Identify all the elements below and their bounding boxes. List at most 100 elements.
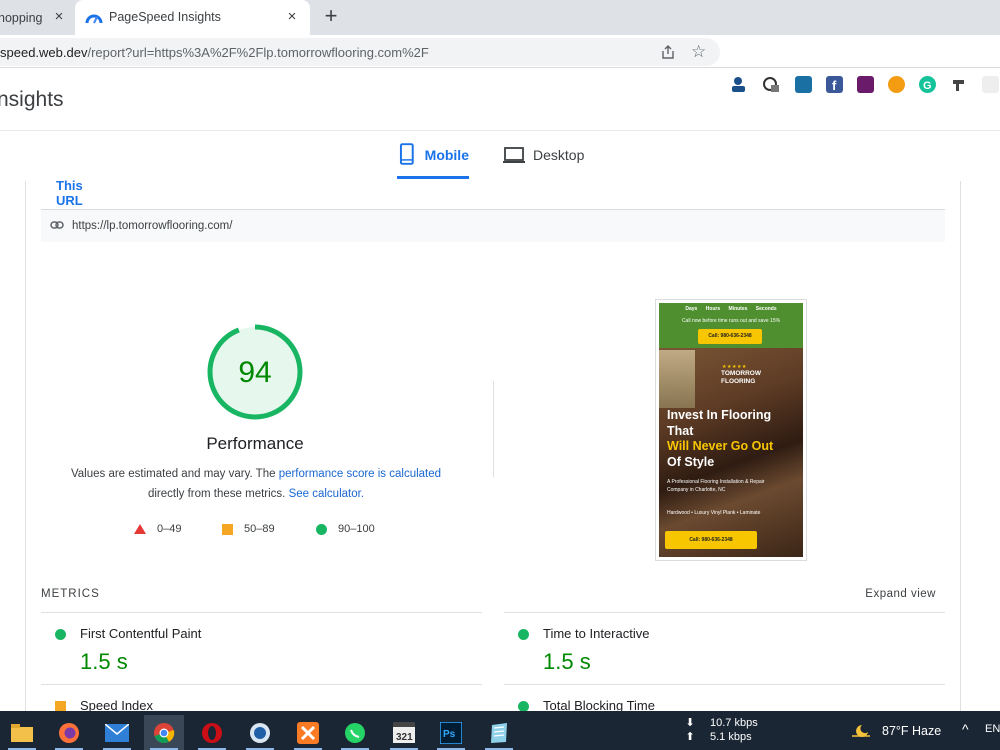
see-calculator-link[interactable]: See calculator. <box>289 488 364 500</box>
download-speed: 10.7 kbps <box>710 717 758 729</box>
tested-url: https://lp.tomorrowflooring.com/ <box>72 220 233 232</box>
laptop-icon <box>503 147 525 163</box>
tab-desktop[interactable]: Desktop <box>503 143 603 179</box>
score-disclaimer: Values are estimated and may vary. The p… <box>56 465 456 504</box>
new-tab-button[interactable]: + <box>320 5 342 28</box>
report-panel: This URL https://lp.tomorrowflooring.com… <box>25 178 961 714</box>
upload-arrow-icon: ⬆ <box>685 731 695 743</box>
red-triangle-icon <box>134 524 146 534</box>
device-tabs: Mobile Desktop <box>0 131 1000 181</box>
pass-circle-icon <box>55 629 66 640</box>
url-path: /report?url=https%3A%2F%2Flp.tomorrowflo… <box>87 45 429 60</box>
logo-line: FLOORING <box>721 378 756 385</box>
network-speed-meter: ⬇ 10.7 kbps ⬆ 5.1 kbps <box>684 716 764 744</box>
tab-desktop-label: Desktop <box>533 147 585 163</box>
window-image <box>659 350 695 408</box>
performance-category-label: Performance <box>206 434 304 453</box>
notepad-icon[interactable] <box>479 715 519 750</box>
video-editor-icon[interactable]: 321 <box>384 715 424 750</box>
svg-text:Ps: Ps <box>443 729 456 740</box>
upload-speed: 5.1 kbps <box>710 731 752 743</box>
headline-line: That <box>667 423 694 438</box>
bookmark-star-icon[interactable]: ☆ <box>691 43 707 60</box>
legend-range: 50–89 <box>244 523 275 535</box>
call-button: Call: 980-636-2348 <box>665 531 757 549</box>
address-url: speed.web.dev/report?url=https%3A%2F%2Fl… <box>0 45 429 60</box>
weather-widget[interactable]: 87°F Haze <box>850 723 941 739</box>
metrics-heading: METRICS <box>41 588 100 600</box>
vertical-divider <box>493 381 494 477</box>
svg-text:321: 321 <box>396 732 413 743</box>
pagespeed-favicon-icon <box>85 14 103 24</box>
mail-icon[interactable] <box>97 715 137 750</box>
logo-line: TOMORROW <box>721 370 761 377</box>
ie-icon[interactable] <box>240 715 280 750</box>
headline-line: Of Style <box>667 454 715 469</box>
metric-label: Time to Interactive <box>543 626 650 641</box>
screenshot-content: Days Hours Minutes Seconds Call now befo… <box>659 303 803 557</box>
close-icon[interactable]: × <box>52 9 66 24</box>
disclaimer-text: directly from these metrics. <box>147 487 289 500</box>
disclaimer-text: Values are estimated and may vary. The <box>70 468 279 480</box>
screenshot-subtext: A Professional Flooring Installation & R… <box>667 479 765 493</box>
orange-square-icon <box>222 523 233 535</box>
pass-circle-icon <box>518 629 529 640</box>
legend-item-pass: 90–100 <box>316 523 375 535</box>
chrome-icon[interactable] <box>144 715 184 750</box>
headline-highlight: Will Never Go Out <box>667 439 774 453</box>
tab-mobile[interactable]: Mobile <box>397 143 469 179</box>
browser-tab-bar: hopping × PageSpeed Insights × + <box>0 0 1000 35</box>
score-legend: 0–49 50–89 90–100 <box>126 523 426 537</box>
firefox-icon[interactable] <box>49 715 89 750</box>
expand-view-button[interactable]: Expand view <box>865 588 936 600</box>
legend-item-fail: 0–49 <box>134 523 181 535</box>
offer-text: Call now before time runs out and save 1… <box>681 318 781 324</box>
tested-url-bar: https://lp.tomorrowflooring.com/ <box>41 209 945 242</box>
metric-value: 1.5 s <box>543 649 591 674</box>
legend-range: 90–100 <box>338 523 375 535</box>
weather-text: 87°F Haze <box>882 724 942 738</box>
windows-taskbar: 321 Ps ⬇ 10.7 kbps ⬆ 5.1 kbps 87°F Haze ^ … <box>0 711 1000 750</box>
metric-speed-index: Speed Index <box>41 684 482 714</box>
browser-tab-pagespeed[interactable]: PageSpeed Insights × <box>75 0 310 35</box>
site-header: nsights <box>0 69 1000 131</box>
screenshot-headline: Invest In Flooring That Will Never Go Ou… <box>667 408 797 470</box>
metric-label: First Contentful Paint <box>80 626 202 641</box>
tab-mobile-label: Mobile <box>424 147 469 163</box>
flooring-photo: ★★★★★ TOMORROW FLOORING Invest In Floori… <box>659 348 803 557</box>
page-screenshot-thumbnail: Days Hours Minutes Seconds Call now befo… <box>655 299 807 561</box>
url-host: speed.web.dev <box>0 45 88 60</box>
screenshot-services: Hardwood • Luxury Vinyl Plank • Laminate <box>667 510 761 516</box>
tomorrow-flooring-logo: TOMORROW FLOORING <box>721 370 761 386</box>
whatsapp-icon[interactable] <box>335 715 375 750</box>
score-calculated-link[interactable]: performance score is calculated <box>279 468 441 480</box>
smartphone-icon <box>399 143 414 165</box>
tab-title: PageSpeed Insights <box>109 10 221 24</box>
countdown-labels: Days Hours Minutes Seconds <box>685 306 777 312</box>
close-icon[interactable]: × <box>285 9 299 24</box>
opera-icon[interactable] <box>192 715 232 750</box>
file-explorer-icon[interactable] <box>2 715 42 750</box>
xampp-icon[interactable] <box>288 715 328 750</box>
download-arrow-icon: ⬇ <box>685 717 695 729</box>
site-title: nsights <box>0 88 64 111</box>
metric-time-to-interactive: Time to Interactive 1.5 s <box>504 612 945 684</box>
link-icon <box>50 221 64 229</box>
input-language[interactable]: ENG <box>985 723 1000 735</box>
metric-first-contentful-paint: First Contentful Paint 1.5 s <box>41 612 482 684</box>
share-icon[interactable] <box>660 44 676 60</box>
browser-tab-shopping[interactable]: hopping × <box>0 0 75 35</box>
green-circle-icon <box>316 523 327 535</box>
tab-title: hopping <box>0 10 43 25</box>
headline-line: Invest In Flooring <box>667 408 772 422</box>
browser-toolbar: speed.web.dev/report?url=https%3A%2F%2Fl… <box>0 35 1000 93</box>
performance-score-value: 94 <box>238 356 272 389</box>
legend-range: 0–49 <box>157 523 182 535</box>
chevron-up-icon[interactable]: ^ <box>962 721 969 737</box>
address-bar[interactable]: speed.web.dev/report?url=https%3A%2F%2Fl… <box>0 38 720 66</box>
photoshop-icon[interactable]: Ps <box>431 715 471 750</box>
metric-total-blocking-time: Total Blocking Time <box>504 684 945 714</box>
screenshot-promo-banner: Days Hours Minutes Seconds Call now befo… <box>659 303 803 348</box>
metric-value: 1.5 s <box>80 649 128 674</box>
haze-moon-icon <box>852 725 870 737</box>
